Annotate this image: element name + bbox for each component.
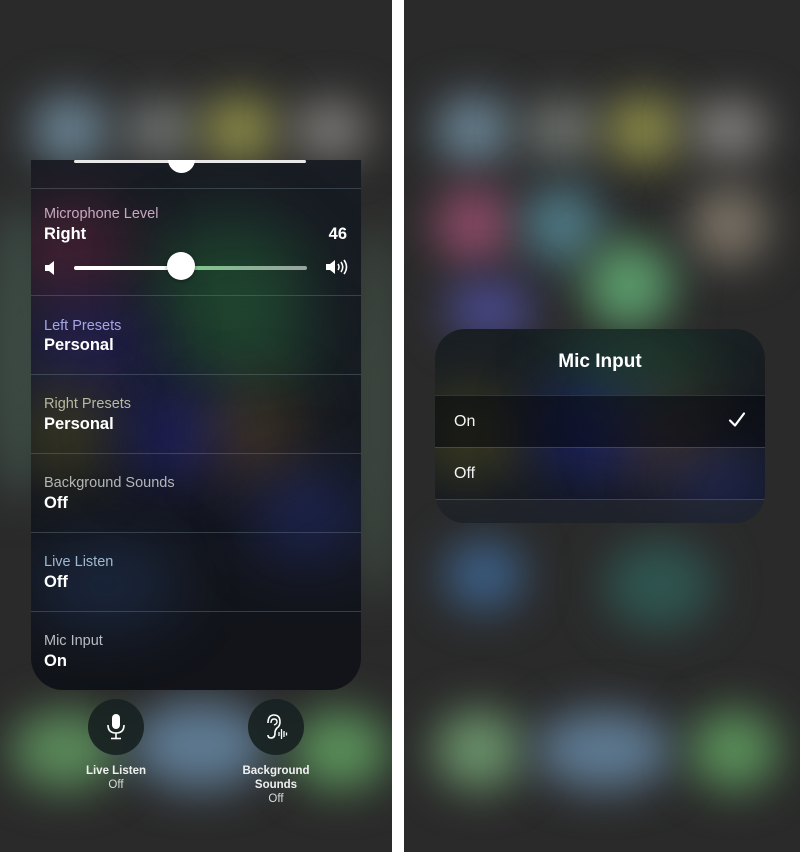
blurred-dock-icon: [689, 710, 779, 790]
blurred-background: [584, 240, 674, 330]
slider-knob[interactable]: [168, 160, 195, 173]
background-sounds-button[interactable]: [248, 699, 304, 755]
left-phone-screen: Microphone Level Right 46 Left Presets P…: [0, 0, 392, 852]
microphone-level-label: Microphone Level: [44, 206, 159, 222]
blurred-app-icon: [522, 185, 602, 265]
mic-input-option-on[interactable]: On: [435, 395, 765, 447]
background-sounds-caption: Background Sounds Off: [216, 764, 336, 806]
live-listen-button-status: Off: [108, 779, 124, 791]
screenshot-divider: [392, 0, 404, 852]
background-sounds-label: Background Sounds: [44, 475, 175, 491]
background-sounds-button-title: Background Sounds: [242, 765, 310, 791]
live-listen-caption: Live Listen Off: [56, 764, 176, 792]
live-listen-button[interactable]: [88, 699, 144, 755]
left-presets-label: Left Presets: [44, 318, 122, 334]
background-sounds-button-status: Off: [268, 793, 284, 805]
background-sounds-value: Off: [44, 494, 68, 512]
live-listen-row[interactable]: Live Listen Off: [31, 532, 361, 611]
hearing-controls-panel: Microphone Level Right 46 Left Presets P…: [31, 160, 361, 690]
microphone-level-row: Microphone Level Right 46: [31, 188, 361, 295]
right-presets-value: Personal: [44, 415, 114, 433]
left-microphone-level-slider[interactable]: [31, 160, 361, 188]
mic-input-label: Mic Input: [44, 633, 103, 649]
option-label: On: [454, 413, 476, 430]
blurred-dock-icon: [534, 710, 674, 790]
speaker-high-icon: [326, 259, 348, 275]
blurred-app-icon: [434, 95, 514, 165]
mic-input-option-off[interactable]: Off: [435, 447, 765, 499]
blurred-app-icon: [200, 95, 280, 165]
checkmark-icon: [728, 412, 746, 427]
mic-input-menu: Mic Input On Off: [435, 329, 765, 523]
live-listen-button-title: Live Listen: [85, 765, 147, 777]
blurred-background: [604, 540, 714, 630]
microphone-level-side: Right: [44, 225, 87, 243]
right-presets-label: Right Presets: [44, 396, 132, 412]
left-presets-value: Personal: [44, 336, 114, 354]
option-label: Off: [454, 465, 476, 482]
blurred-app-icon: [689, 100, 769, 160]
blurred-app-icon: [30, 95, 110, 165]
live-listen-label: Live Listen: [44, 554, 114, 570]
microphone-icon: [107, 714, 125, 740]
right-presets-row[interactable]: Right Presets Personal: [31, 374, 361, 453]
background-sounds-row[interactable]: Background Sounds Off: [31, 453, 361, 532]
blurred-app-icon: [434, 185, 514, 265]
microphone-level-value: 46: [328, 225, 347, 243]
menu-bottom-spacer: [435, 499, 765, 523]
blurred-app-icon: [522, 100, 602, 160]
left-presets-row[interactable]: Left Presets Personal: [31, 295, 361, 374]
mic-input-value: On: [44, 652, 67, 670]
speaker-low-icon: [45, 261, 54, 275]
mic-input-row[interactable]: Mic Input On: [31, 611, 361, 690]
blurred-dock-icon: [434, 710, 524, 790]
blurred-app-icon: [604, 95, 684, 165]
right-phone-screen: Mic Input On Off: [404, 0, 800, 852]
ear-sound-icon: [267, 714, 288, 739]
blurred-app-icon: [444, 540, 524, 610]
live-listen-value: Off: [44, 573, 68, 591]
blurred-app-icon: [120, 100, 200, 160]
blurred-app-icon: [689, 185, 769, 265]
blurred-app-icon: [290, 100, 370, 160]
mic-input-menu-title: Mic Input: [558, 351, 642, 372]
microphone-level-slider-knob[interactable]: [167, 252, 196, 280]
